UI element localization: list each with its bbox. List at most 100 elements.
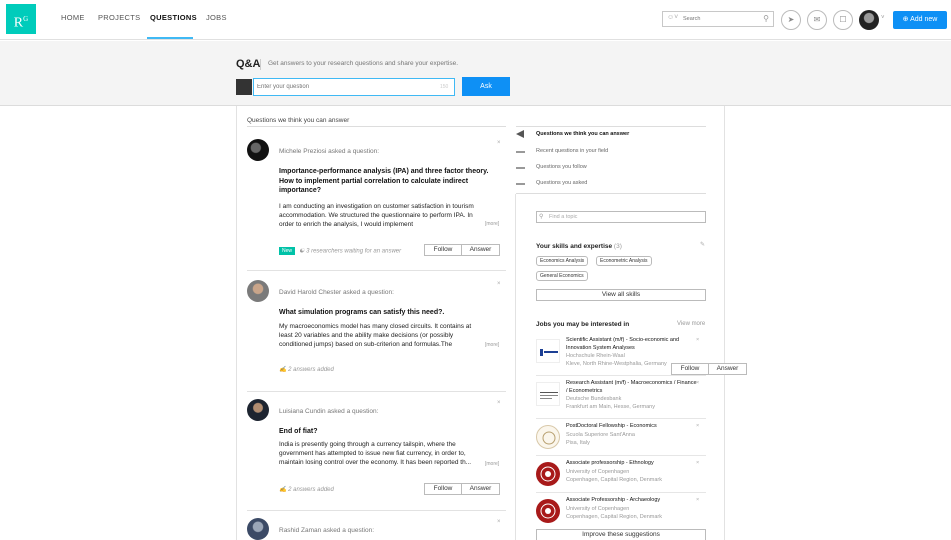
job-item[interactable]: PostDoctoral Fellowship - Economics Scuo… [536,423,706,457]
santanna-seal-icon [542,431,556,445]
close-icon[interactable]: × [696,337,699,343]
jobs-heading: Jobs you may be interested in [536,321,630,328]
user-avatar[interactable] [859,10,879,30]
close-icon[interactable]: × [696,460,699,466]
answer-button[interactable]: Answer [709,363,747,375]
column-border-right [724,106,725,540]
close-icon[interactable]: × [497,140,501,146]
side-nav-following[interactable]: Questions you follow [516,162,706,175]
side-nav-label: Recent questions in your field [536,148,609,154]
page-subtitle: Get answers to your research questions a… [268,60,459,67]
card-meta: ✍ 2 answers added [279,366,334,373]
search-input[interactable] [683,13,753,25]
avatar[interactable] [247,399,269,421]
logo-letter: R [13,15,24,31]
improve-suggestions-button[interactable]: Improve these suggestions [536,529,706,540]
job-divider [536,455,706,456]
ask-button[interactable]: Ask [462,77,510,96]
researchgate-logo[interactable]: RG [6,4,36,34]
messages-icon[interactable]: ✉ [807,10,827,30]
rocket-icon[interactable]: ➤ [781,10,801,30]
close-icon[interactable]: × [696,423,699,429]
asker-line[interactable]: Luisiana Cundin asked a question: [279,408,378,415]
view-more-link[interactable]: View more [677,321,705,327]
question-card: Rashid Zaman asked a question: × [247,518,506,540]
close-icon[interactable]: × [497,281,501,287]
question-title[interactable]: Importance-performance analysis (IPA) an… [279,167,494,196]
asker-line[interactable]: David Harold Chester asked a question: [279,289,394,296]
card-divider [247,510,506,511]
job-item[interactable]: Associate professorship - Ethnology Univ… [536,460,706,494]
job-divider [536,418,706,419]
nav-projects[interactable]: PROJECTS [98,13,140,22]
question-card: Michele Preziosi asked a question: × Imp… [247,139,506,264]
job-location: Pisa, Italy [566,440,590,446]
answer-button[interactable]: Answer [462,244,500,256]
job-logo [536,462,560,486]
side-nav-suggested[interactable]: Questions we think you can answer [516,129,706,142]
job-item[interactable]: Associate Professorship - Archaeology Un… [536,497,706,527]
nav-jobs[interactable]: JOBS [206,13,227,22]
question-body: India is presently going through a curre… [279,441,472,466]
question-title[interactable]: What simulation programs can satisfy thi… [279,308,494,318]
avatar[interactable] [247,518,269,540]
page-title: Q&A [236,58,261,70]
hochschule-logo-icon [540,349,558,356]
search-scope-icon[interactable]: ☺˅ [667,14,678,21]
pencil-icon[interactable]: ✎ [700,241,705,248]
skills-title-text: Your skills and expertise [536,243,613,250]
job-logo [536,382,560,406]
column-border-left [236,106,237,540]
nav-home[interactable]: HOME [61,13,85,22]
more-link[interactable]: [more] [485,221,499,227]
question-body: I am conducting an investigation on cust… [279,203,474,228]
skill-chip[interactable]: Economics Analysis [536,256,589,266]
skills-count: (3) [613,243,622,250]
job-item[interactable]: Scientific Assistant (m/f) - Socio-econo… [536,337,706,377]
question-input[interactable] [253,78,455,96]
more-link[interactable]: [more] [485,342,499,348]
comment-icon: ✍ [279,367,289,373]
asker-line[interactable]: Rashid Zaman asked a question: [279,527,374,534]
job-item[interactable]: Research Assistant (m/f) - Macroeconomic… [536,380,706,420]
dash-icon [516,151,525,153]
notifications-icon[interactable]: ☐ [833,10,853,30]
skill-chip[interactable]: Econometric Analysis [596,256,652,266]
follow-button[interactable]: Follow [424,483,462,495]
top-navbar: RG HOME PROJECTS QUESTIONS JOBS ☺˅ ⚲ ➤ ✉… [0,0,951,40]
side-nav-recent[interactable]: Recent questions in your field [516,146,706,159]
card-divider [247,270,506,271]
avatar[interactable] [247,139,269,161]
job-title: Scientific Assistant (m/f) - Socio-econo… [566,337,680,351]
more-link[interactable]: [more] [485,461,499,467]
add-new-label: Add new [910,16,938,23]
topic-search-input[interactable]: ⚲ Find a topic [536,211,706,223]
close-icon[interactable]: × [497,400,501,406]
feed-divider [247,126,506,127]
plus-icon: ⊕ [902,16,909,23]
close-icon[interactable]: × [696,497,699,503]
card-meta: ✍ 2 answers added [279,486,334,493]
copenhagen-seal-icon [540,466,556,482]
avatar[interactable] [247,280,269,302]
bundesbank-logo-icon [540,392,558,399]
search-icon[interactable]: ⚲ [763,14,769,23]
chevron-down-icon[interactable]: ˅ [881,15,885,21]
view-all-skills-button[interactable]: View all skills [536,289,706,301]
job-org: Deutsche Bundesbank [566,396,622,402]
copenhagen-seal-icon [540,503,556,519]
add-new-button[interactable]: ⊕ Add new [893,11,947,29]
question-title[interactable]: End of fiat? [279,427,494,437]
nav-questions[interactable]: QUESTIONS [150,13,197,22]
follow-button[interactable]: Follow [424,244,462,256]
question-body: My macroeconomics model has many closed … [279,323,472,348]
side-nav-asked[interactable]: Questions you asked [516,178,706,191]
answer-button[interactable]: Answer [462,483,500,495]
card-meta: New ☯ 3 researchers waiting for an answer [279,247,401,255]
skill-chip[interactable]: General Economics [536,271,588,281]
job-org: University of Copenhagen [566,469,630,475]
asker-line[interactable]: Michele Preziosi asked a question: [279,148,379,155]
close-icon[interactable]: × [497,519,501,525]
close-icon[interactable]: × [696,380,699,386]
job-location: Kleve, North Rhine-Westphalia, Germany [566,361,667,367]
